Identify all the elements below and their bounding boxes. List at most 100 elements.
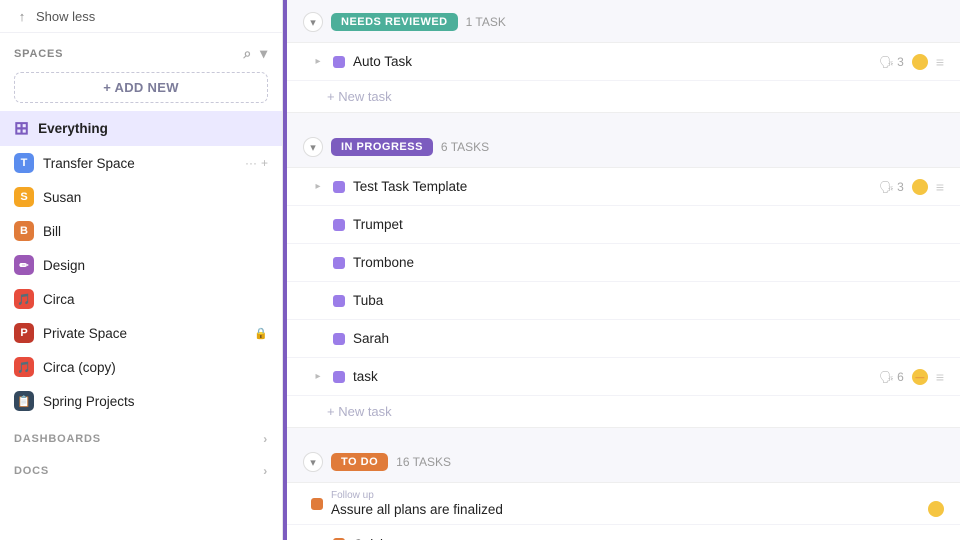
task-row[interactable]: ▸ Sarah [287, 320, 960, 358]
chevron-down-icon[interactable]: ▾ [260, 45, 268, 62]
task-dot [333, 295, 345, 307]
task-row[interactable]: ▸ Trombone [287, 244, 960, 282]
badge-todo: TO DO [331, 453, 388, 471]
task-dot [333, 257, 345, 269]
spaces-section-header: SPACES ⌕ ▾ [0, 33, 282, 68]
collapse-todo[interactable]: ▾ [303, 452, 323, 472]
sidebar-item-transfer[interactable]: T Transfer Space ··· + [0, 146, 282, 180]
task-name: Assure all plans are finalized [331, 502, 922, 517]
task-name: Tuba [353, 293, 944, 308]
group-in-progress: ▾ IN PROGRESS 6 TASKS ▸ Test Task Templa… [287, 125, 960, 428]
comment-icon: 🗣 [879, 55, 894, 69]
task-name: Calvin [353, 537, 922, 540]
task-name: Auto Task [353, 54, 871, 69]
docs-chevron: › [263, 464, 268, 478]
sidebar-item-circa[interactable]: 🎵 Circa [0, 282, 282, 316]
sidebar-item-susan[interactable]: S Susan [0, 180, 282, 214]
sidebar-item-circa-copy[interactable]: 🎵 Circa (copy) [0, 350, 282, 384]
main-content: ▾ NEEDS REVIEWED 1 TASK ▸ Auto Task 🗣 3 … [287, 0, 960, 540]
sidebar-item-everything[interactable]: ⊞ Everything [0, 111, 282, 146]
dashboards-section[interactable]: DASHBOARDS › [0, 418, 282, 450]
search-icon[interactable]: ⌕ [244, 45, 253, 62]
expand-icon[interactable]: ▸ [311, 180, 325, 194]
todo-task-list: Follow up Assure all plans are finalized… [287, 482, 960, 540]
transfer-dots[interactable]: ··· [245, 156, 257, 170]
sidebar-item-bill[interactable]: B Bill [0, 214, 282, 248]
comment-count: 🗣 6 [879, 370, 904, 384]
task-dot [333, 56, 345, 68]
status-dot[interactable]: — [912, 369, 928, 385]
task-name: Trombone [353, 255, 944, 270]
sidebar-item-spring[interactable]: 📋 Spring Projects [0, 384, 282, 418]
expand-icon[interactable]: ▸ [311, 55, 325, 69]
task-dot [333, 181, 345, 193]
group-todo: ▾ TO DO 16 TASKS Follow up Assure all pl… [287, 440, 960, 540]
badge-in-progress: IN PROGRESS [331, 138, 433, 156]
group-header-needs-reviewed: ▾ NEEDS REVIEWED 1 TASK [287, 0, 960, 42]
task-dot [333, 333, 345, 345]
task-dot [333, 371, 345, 383]
bill-icon: B [14, 221, 34, 241]
in-progress-task-list: ▸ Test Task Template 🗣 3 ≡ ▸ Trumpet [287, 167, 960, 428]
task-row[interactable]: ▸ Test Task Template 🗣 3 ≡ [287, 168, 960, 206]
task-dot [333, 219, 345, 231]
sidebar-item-design[interactable]: ✏ Design [0, 248, 282, 282]
status-dot[interactable] [912, 54, 928, 70]
task-row[interactable]: ▸ Auto Task 🗣 3 ≡ [287, 43, 960, 81]
task-dot [311, 498, 323, 510]
task-menu-icon[interactable]: ≡ [936, 54, 944, 70]
spacer [287, 113, 960, 125]
group-header-todo: ▾ TO DO 16 TASKS [287, 440, 960, 482]
comment-icon: 🗣 [879, 180, 894, 194]
group-header-in-progress: ▾ IN PROGRESS 6 TASKS [287, 125, 960, 167]
collapse-needs-reviewed[interactable]: ▾ [303, 12, 323, 32]
comment-count: 🗣 3 [879, 180, 904, 194]
new-task-button[interactable]: + New task [287, 396, 960, 427]
spacer2 [287, 428, 960, 440]
circa-copy-icon: 🎵 [14, 357, 34, 377]
comment-icon: 🗣 [879, 370, 894, 384]
task-name: Sarah [353, 331, 944, 346]
followup-label: Follow up [331, 490, 944, 501]
private-icon: P [14, 323, 34, 343]
show-less-label: Show less [36, 9, 95, 24]
add-new-button[interactable]: + ADD NEW [14, 72, 268, 103]
task-row-calvin[interactable]: ▸ Calvin — [287, 525, 960, 540]
task-row[interactable]: ▸ task 🗣 6 — ≡ [287, 358, 960, 396]
collapse-in-progress[interactable]: ▾ [303, 137, 323, 157]
needs-reviewed-task-list: ▸ Auto Task 🗣 3 ≡ + New task [287, 42, 960, 113]
transfer-icon: T [14, 153, 34, 173]
arrow-up-icon: ↑ [14, 8, 30, 24]
group-needs-reviewed: ▾ NEEDS REVIEWED 1 TASK ▸ Auto Task 🗣 3 … [287, 0, 960, 113]
task-menu-icon[interactable]: ≡ [936, 179, 944, 195]
grid-icon: ⊞ [14, 118, 29, 139]
task-row-followup[interactable]: Follow up Assure all plans are finalized [287, 483, 960, 525]
needs-reviewed-count: 1 TASK [466, 15, 506, 29]
comment-count: 🗣 3 [879, 55, 904, 69]
status-dot[interactable] [928, 501, 944, 517]
task-name: Test Task Template [353, 179, 871, 194]
lock-icon: 🔒 [254, 327, 268, 340]
circa-icon: 🎵 [14, 289, 34, 309]
status-dot[interactable] [912, 179, 928, 195]
task-menu-icon[interactable]: ≡ [936, 369, 944, 385]
todo-count: 16 TASKS [396, 455, 451, 469]
task-name: task [353, 369, 871, 384]
show-less-button[interactable]: ↑ Show less [0, 0, 282, 33]
susan-icon: S [14, 187, 34, 207]
badge-needs-reviewed: NEEDS REVIEWED [331, 13, 458, 31]
spaces-list: T Transfer Space ··· + S Susan B Bill ✏ … [0, 146, 282, 418]
sidebar-item-private[interactable]: P Private Space 🔒 [0, 316, 282, 350]
dashboards-chevron: › [263, 432, 268, 446]
expand-icon[interactable]: ▸ [311, 370, 325, 384]
everything-label: Everything [38, 121, 268, 136]
task-name: Trumpet [353, 217, 944, 232]
spring-icon: 📋 [14, 391, 34, 411]
docs-section[interactable]: DOCS › [0, 450, 282, 482]
in-progress-count: 6 TASKS [441, 140, 489, 154]
new-task-button[interactable]: + New task [287, 81, 960, 112]
task-menu-icon[interactable]: — [930, 536, 944, 540]
task-row[interactable]: ▸ Trumpet [287, 206, 960, 244]
transfer-plus[interactable]: + [261, 156, 268, 170]
task-row[interactable]: ▸ Tuba [287, 282, 960, 320]
